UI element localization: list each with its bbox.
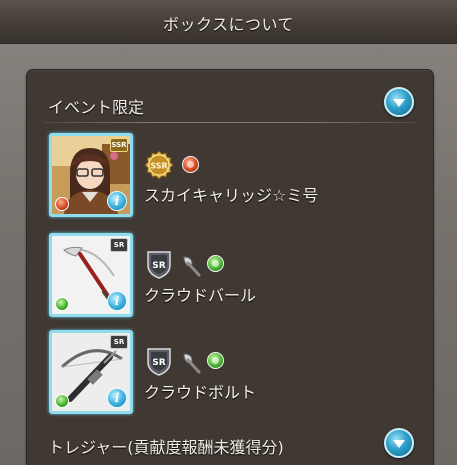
section-title-treasure: トレジャー(貢献度報酬未獲得分) xyxy=(48,438,284,457)
section-divider xyxy=(44,122,416,123)
rarity-badge: SSR xyxy=(110,138,128,152)
chevron-down-icon[interactable] xyxy=(384,87,414,117)
rarity-badge: SR xyxy=(110,335,128,349)
section-title-event: イベント限定 xyxy=(48,98,145,117)
info-button[interactable]: i xyxy=(107,191,127,211)
item-name: クラウドバール xyxy=(144,286,257,305)
list-item[interactable]: SR i SR クラウドボルト xyxy=(0,330,457,416)
wind-element-icon xyxy=(207,255,224,272)
wind-element-icon xyxy=(207,352,224,369)
wind-element-icon xyxy=(55,394,69,408)
list-item[interactable]: SR i SR クラウドバール xyxy=(0,233,457,319)
section-header-event[interactable]: イベント限定 xyxy=(26,85,434,125)
item-name: スカイキャリッジ☆ミ号 xyxy=(144,186,319,205)
ssr-rarity-icon: SSR xyxy=(144,150,174,180)
item-thumbnail[interactable]: SSR i xyxy=(49,133,133,217)
axe-weapon-icon xyxy=(183,353,201,374)
svg-text:SSR: SSR xyxy=(150,162,167,171)
section-header-treasure[interactable]: トレジャー(貢献度報酬未獲得分) xyxy=(26,428,434,465)
sr-rarity-icon: SR xyxy=(147,348,171,376)
info-button[interactable]: i xyxy=(107,388,127,408)
rarity-badge: SR xyxy=(110,238,128,252)
item-thumbnail[interactable]: SR i xyxy=(49,233,133,317)
fire-element-icon xyxy=(182,156,199,173)
item-thumbnail[interactable]: SR i xyxy=(49,330,133,414)
item-name: クラウドボルト xyxy=(144,383,257,402)
svg-text:SR: SR xyxy=(152,261,165,271)
svg-text:SR: SR xyxy=(152,358,165,368)
info-button[interactable]: i xyxy=(107,291,127,311)
header-bar: ボックスについて xyxy=(0,0,457,44)
sr-rarity-icon: SR xyxy=(147,251,171,279)
list-item[interactable]: SSR i SSR スカイキャリッジ☆ミ号 xyxy=(0,133,457,219)
axe-weapon-icon xyxy=(183,256,201,277)
page-title: ボックスについて xyxy=(162,15,295,34)
chevron-down-icon[interactable] xyxy=(384,428,414,458)
fire-element-icon xyxy=(55,197,69,211)
wind-element-icon xyxy=(55,297,69,311)
